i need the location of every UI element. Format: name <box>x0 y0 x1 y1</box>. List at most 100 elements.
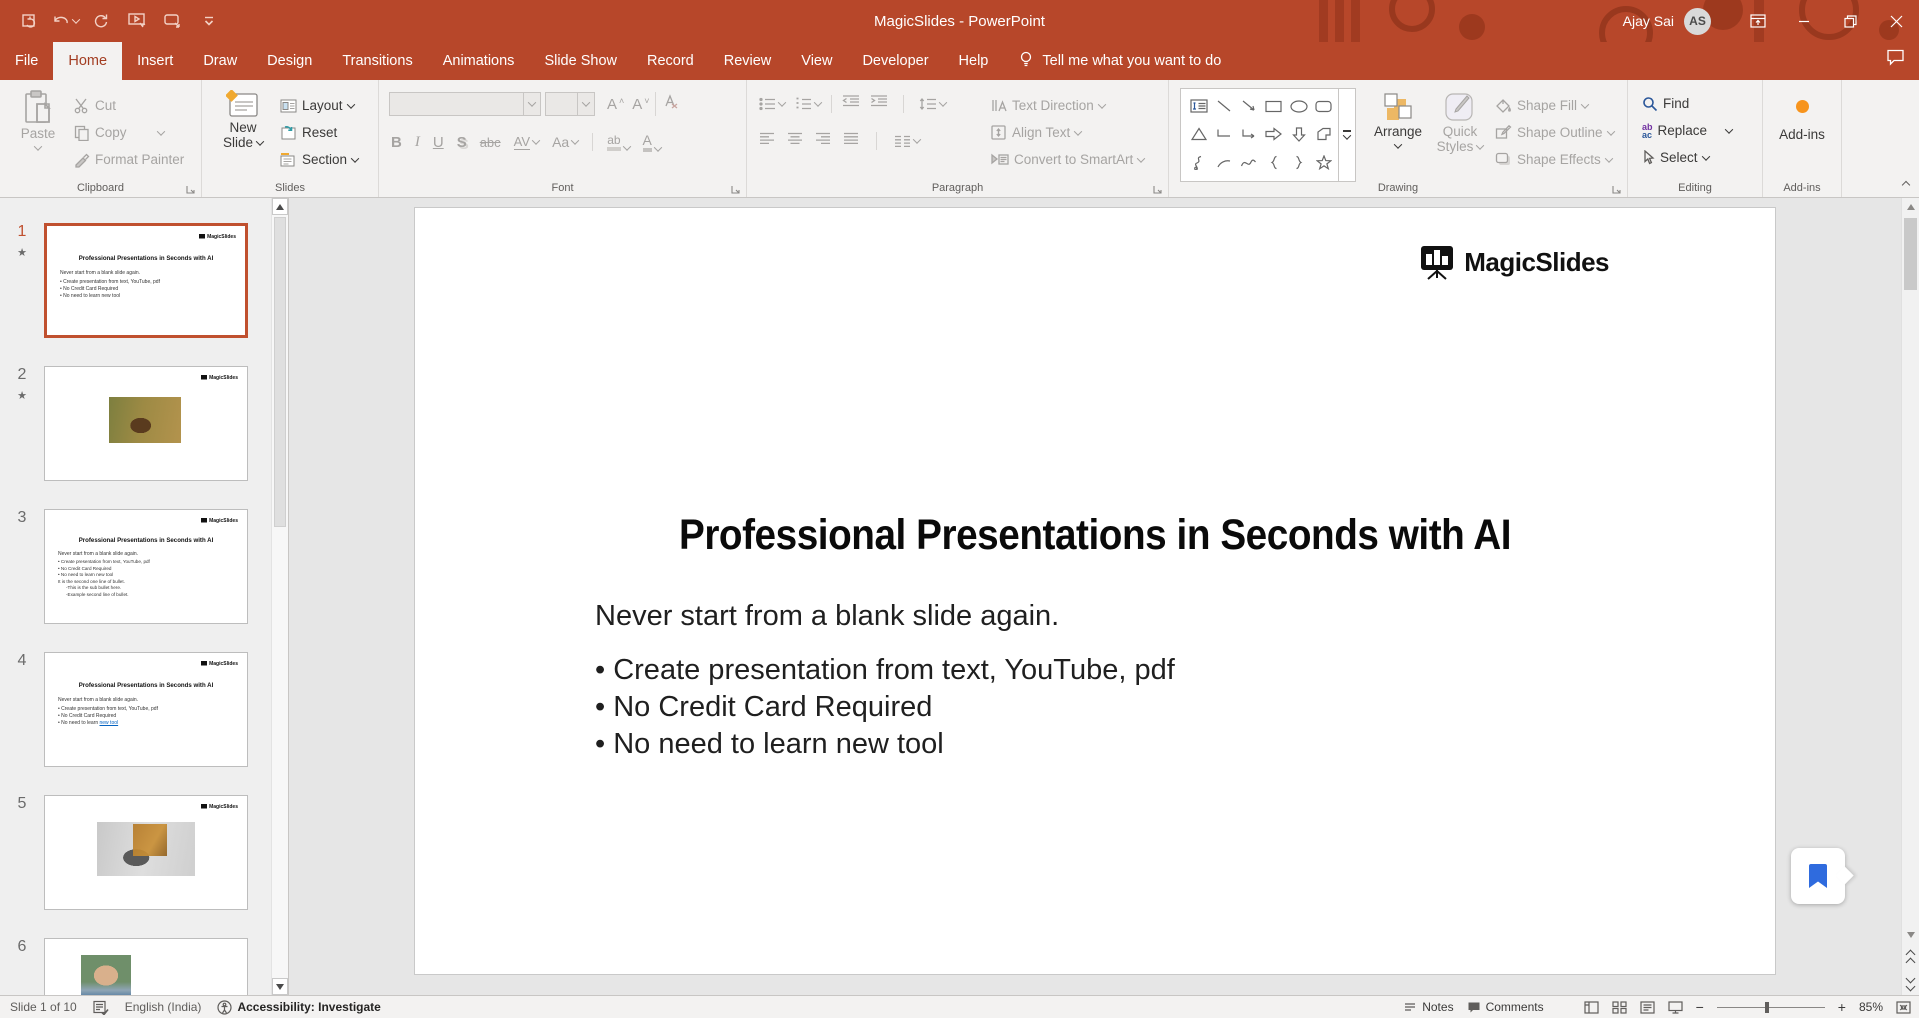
slide-6-thumbnail[interactable] <box>44 938 248 995</box>
tab-record[interactable]: Record <box>632 42 709 80</box>
clipboard-dialog-launcher[interactable] <box>185 182 196 194</box>
tell-me-box[interactable]: Tell me what you want to do <box>1019 42 1221 80</box>
text-direction-button[interactable]: Text Direction <box>991 92 1144 119</box>
quick-styles-button[interactable]: Quick Styles <box>1433 92 1487 154</box>
spell-check-icon[interactable] <box>93 1000 109 1015</box>
zoom-out-button[interactable]: − <box>1696 999 1704 1015</box>
clear-formatting-button[interactable] <box>661 93 679 115</box>
zoom-slider[interactable] <box>1716 1001 1825 1013</box>
shape-effects-button[interactable]: Shape Effects <box>1495 146 1614 173</box>
replace-button[interactable]: ab ac Replace <box>1642 117 1734 144</box>
shape-triangle-icon[interactable] <box>1186 120 1211 148</box>
slide-canvas[interactable]: MagicSlides Professional Presentations i… <box>415 208 1775 974</box>
paste-button[interactable]: Paste <box>12 90 64 151</box>
shape-fill-button[interactable]: Shape Fill <box>1495 92 1614 119</box>
zoom-level[interactable]: 85% <box>1859 1000 1883 1014</box>
slideshow-view-button[interactable] <box>1667 1000 1683 1014</box>
bold-button[interactable]: B <box>391 134 402 151</box>
collapse-ribbon-button[interactable] <box>1901 175 1911 193</box>
scroll-down-icon[interactable] <box>1902 926 1919 943</box>
line-spacing-button[interactable] <box>919 97 948 111</box>
convert-to-smartart-button[interactable]: Convert to SmartArt <box>991 146 1146 173</box>
next-slide-button[interactable] <box>1902 971 1919 993</box>
slide-bullet-2[interactable]: • No Credit Card Required <box>595 691 932 724</box>
shape-star-icon[interactable] <box>1311 148 1336 176</box>
slide-sorter-view-button[interactable] <box>1611 1000 1627 1014</box>
underline-button[interactable]: U <box>433 134 444 151</box>
columns-button[interactable] <box>894 135 922 148</box>
fit-slide-to-window-button[interactable] <box>1896 1000 1911 1014</box>
shape-elbow-arrow-connector-icon[interactable] <box>1236 120 1261 148</box>
touch-mode-icon[interactable] <box>158 7 188 35</box>
shape-oval-icon[interactable] <box>1286 92 1311 120</box>
shape-freeform-icon[interactable] <box>1311 120 1336 148</box>
restore-button[interactable] <box>1827 0 1873 42</box>
shape-curve-icon[interactable] <box>1236 148 1261 176</box>
new-slide-button[interactable]: New Slide <box>216 90 270 150</box>
shape-right-arrow-icon[interactable] <box>1261 120 1286 148</box>
tab-design[interactable]: Design <box>252 42 327 80</box>
comment-icon[interactable] <box>1886 49 1905 71</box>
slide-3-thumbnail[interactable]: MagicSlides Professional Presentations i… <box>44 509 248 624</box>
close-button[interactable] <box>1873 0 1919 42</box>
zoom-in-button[interactable]: + <box>1838 999 1846 1015</box>
panel-scrollbar[interactable] <box>271 198 288 995</box>
format-painter-button[interactable]: Format Painter <box>74 146 184 173</box>
slide-2-thumbnail[interactable]: MagicSlides <box>44 366 248 481</box>
tab-slide-show[interactable]: Slide Show <box>529 42 632 80</box>
cut-button[interactable]: Cut <box>74 92 184 119</box>
comments-button[interactable]: Comments <box>1467 1000 1544 1014</box>
addins-button[interactable]: Add-ins <box>1773 94 1831 142</box>
section-button[interactable]: Section <box>280 146 360 173</box>
increase-indent-button[interactable] <box>870 94 888 113</box>
shape-rectangle-icon[interactable] <box>1261 92 1286 120</box>
tab-draw[interactable]: Draw <box>188 42 252 80</box>
tab-animations[interactable]: Animations <box>428 42 530 80</box>
notes-button[interactable]: Notes <box>1403 1000 1454 1014</box>
font-size-combobox[interactable] <box>545 92 595 116</box>
paragraph-dialog-launcher[interactable] <box>1152 182 1163 194</box>
shape-arc-icon[interactable] <box>1211 148 1236 176</box>
arrange-button[interactable]: Arrange <box>1367 92 1429 149</box>
select-button[interactable]: Select <box>1642 144 1732 171</box>
previous-slide-button[interactable] <box>1902 947 1919 969</box>
zoom-slider-thumb[interactable] <box>1764 1001 1769 1013</box>
ribbon-display-options-icon[interactable] <box>1735 0 1781 42</box>
align-text-button[interactable]: Align Text <box>991 119 1144 146</box>
redo-icon[interactable] <box>86 7 116 35</box>
highlight-color-button[interactable]: ab <box>607 133 631 151</box>
italic-button[interactable]: I <box>415 134 420 151</box>
increase-font-size-button[interactable]: A ˄ <box>607 96 624 113</box>
panel-scroll-down-icon[interactable] <box>272 978 288 995</box>
decrease-font-size-button[interactable]: A ˅ <box>632 96 649 113</box>
numbering-button[interactable] <box>795 97 823 111</box>
save-icon[interactable] <box>14 7 44 35</box>
copy-button[interactable]: Copy <box>74 119 184 146</box>
reading-view-button[interactable] <box>1639 1000 1655 1014</box>
shape-left-brace-icon[interactable] <box>1261 148 1286 176</box>
panel-scroll-up-icon[interactable] <box>272 198 288 215</box>
start-slideshow-icon[interactable] <box>122 7 152 35</box>
slide-indicator[interactable]: Slide 1 of 10 <box>10 1000 77 1014</box>
main-scrollbar-thumb[interactable] <box>1904 218 1917 290</box>
drawing-dialog-launcher[interactable] <box>1611 182 1622 194</box>
shape-line-icon[interactable] <box>1211 92 1236 120</box>
justify-button[interactable] <box>843 132 859 150</box>
align-left-button[interactable] <box>759 132 775 150</box>
tab-file[interactable]: File <box>0 42 53 80</box>
reset-button[interactable]: Reset <box>280 119 358 146</box>
decrease-indent-button[interactable] <box>842 94 860 113</box>
align-center-button[interactable] <box>787 132 803 150</box>
font-name-combobox[interactable] <box>389 92 541 116</box>
font-color-button[interactable]: A <box>642 132 663 152</box>
scroll-up-icon[interactable] <box>1902 198 1919 215</box>
shape-elbow-connector-icon[interactable] <box>1211 120 1236 148</box>
shape-arrow-icon[interactable] <box>1236 92 1261 120</box>
tab-help[interactable]: Help <box>944 42 1004 80</box>
slide-bullet-3[interactable]: • No need to learn new tool <box>595 728 944 761</box>
normal-view-button[interactable] <box>1583 1000 1599 1014</box>
change-case-button[interactable]: Aa <box>552 134 580 150</box>
find-button[interactable]: Find <box>1642 90 1732 117</box>
shapes-gallery-more-button[interactable] <box>1338 89 1355 181</box>
tab-developer[interactable]: Developer <box>847 42 943 80</box>
